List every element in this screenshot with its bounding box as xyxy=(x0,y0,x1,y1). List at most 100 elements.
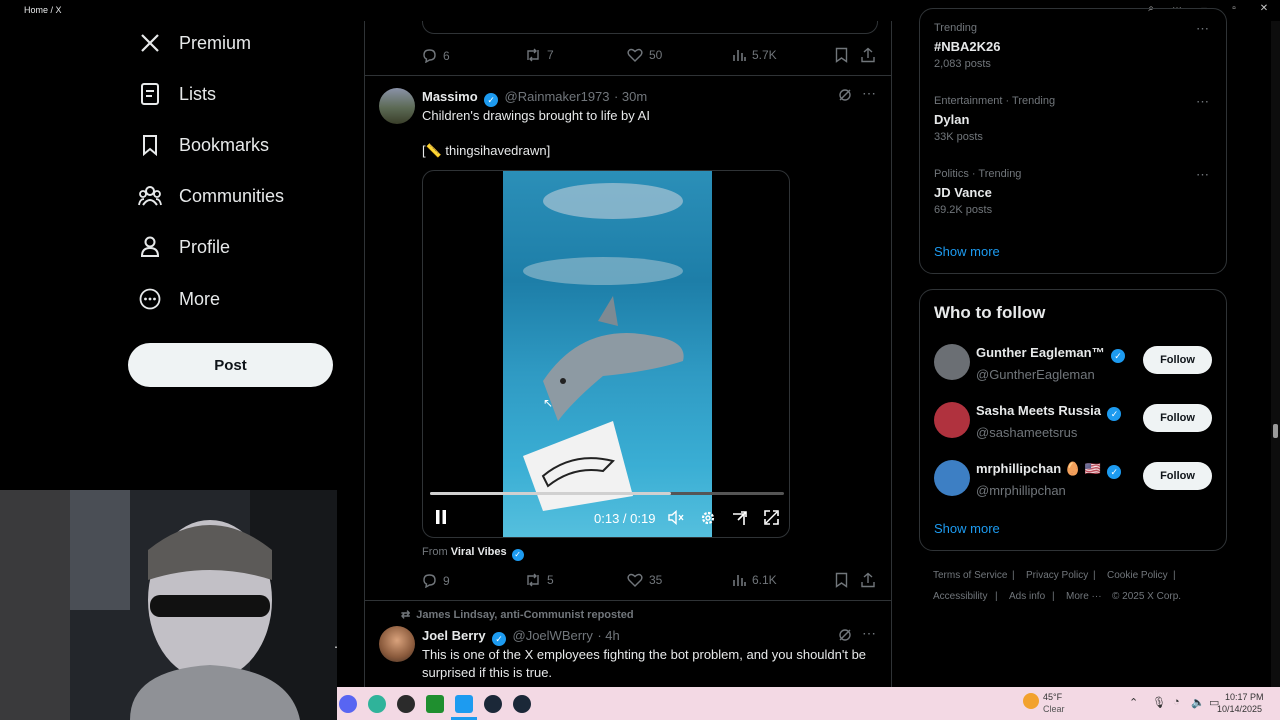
repost-button[interactable]: 7 xyxy=(525,48,554,62)
pause-icon[interactable] xyxy=(434,509,448,530)
repost-note: ⇄ James Lindsay, anti-Communist reposted xyxy=(401,608,634,621)
share-icon[interactable] xyxy=(861,572,875,593)
more-options-icon[interactable]: ⋯ xyxy=(862,625,876,642)
avatar[interactable] xyxy=(934,344,970,380)
scrollbar[interactable] xyxy=(1271,21,1280,687)
bookmark-icon[interactable] xyxy=(835,47,848,68)
discord-icon[interactable] xyxy=(339,695,357,713)
footer-separator: | xyxy=(1052,591,1055,602)
settings-gear-icon[interactable] xyxy=(700,510,716,531)
author-handle[interactable]: @Rainmaker1973 xyxy=(505,89,610,104)
footer-link-terms[interactable]: Terms of Service xyxy=(933,570,1007,581)
like-button[interactable]: 50 xyxy=(627,48,662,62)
follow-suggestion[interactable]: mrphillipchan 🥚 🇺🇸 ✓ @mrphillipchan xyxy=(976,460,1123,498)
microphone-icon[interactable]: 🎙 xyxy=(1152,696,1166,709)
video-player[interactable]: 0:13 / 0:19 ↖ xyxy=(422,170,790,538)
trend-more-icon[interactable]: ⋯ xyxy=(1196,21,1209,37)
video-progress-track[interactable] xyxy=(430,492,784,495)
trend-item[interactable]: Entertainment · Trending Dylan 33K posts xyxy=(934,95,1055,143)
footer-separator: | xyxy=(995,591,998,602)
nav-label-lists: Lists xyxy=(179,83,217,104)
wifi-icon[interactable]: ◔ xyxy=(1173,696,1180,708)
trends-show-more-link[interactable]: Show more xyxy=(934,244,1000,259)
webcam-menu-icon[interactable]: ⋯ xyxy=(334,640,337,654)
avatar[interactable] xyxy=(934,460,970,496)
follow-suggestion[interactable]: Gunther Eagleman™ ✓ @GuntherEagleman xyxy=(976,344,1127,382)
tray-chevron-icon[interactable]: ⌃ xyxy=(1129,696,1138,709)
weather-icon[interactable] xyxy=(1023,693,1039,709)
avatar[interactable] xyxy=(379,88,415,124)
nav-lists[interactable]: Lists xyxy=(138,76,216,112)
close-icon[interactable]: ✕ xyxy=(1257,3,1271,14)
author-handle[interactable]: @JoelWBerry xyxy=(513,628,593,643)
clock-time[interactable]: 10:17 PM xyxy=(1225,692,1264,702)
reply-count: 9 xyxy=(443,573,450,588)
views-button[interactable]: 5.7K xyxy=(732,48,777,62)
follow-button[interactable]: Follow xyxy=(1143,346,1212,374)
trend-more-icon[interactable]: ⋯ xyxy=(1196,94,1209,110)
footer-link-more[interactable]: More ··· xyxy=(1066,591,1102,602)
follow-button[interactable]: Follow xyxy=(1143,462,1212,490)
avatar[interactable] xyxy=(934,402,970,438)
share-icon[interactable] xyxy=(861,47,875,68)
trend-more-icon[interactable]: ⋯ xyxy=(1196,167,1209,183)
footer-link-accessibility[interactable]: Accessibility xyxy=(933,591,987,602)
views-button[interactable]: 6.1K xyxy=(732,573,777,587)
edge-icon[interactable] xyxy=(368,695,386,713)
footer-link-cookie[interactable]: Cookie Policy xyxy=(1107,570,1168,581)
reply-button[interactable]: 6 xyxy=(422,48,450,63)
tweet-time[interactable]: · 30m xyxy=(614,89,647,104)
author-name[interactable]: Joel Berry xyxy=(422,628,486,643)
fullscreen-icon[interactable] xyxy=(764,510,779,530)
twitter-icon[interactable] xyxy=(455,695,473,713)
reply-icon xyxy=(423,574,436,588)
app-icon[interactable] xyxy=(397,695,415,713)
steam-icon[interactable] xyxy=(513,695,531,713)
mute-icon[interactable] xyxy=(668,509,685,530)
like-button[interactable]: 35 xyxy=(627,573,662,587)
footer-link-ads[interactable]: Ads info xyxy=(1009,591,1045,602)
restore-icon[interactable]: ▫ xyxy=(1227,3,1241,14)
video-frame xyxy=(503,171,712,537)
follow-show-more-link[interactable]: Show more xyxy=(934,521,1000,536)
steam-icon[interactable] xyxy=(484,695,502,713)
verified-badge-icon: ✓ xyxy=(1107,407,1122,421)
volume-icon[interactable]: 🔈 xyxy=(1191,696,1205,709)
nav-profile[interactable]: Profile xyxy=(138,229,230,265)
trend-item[interactable]: Politics · Trending JD Vance 69.2K posts xyxy=(934,168,1021,216)
grok-icon[interactable] xyxy=(838,88,852,107)
repost-note-text[interactable]: James Lindsay, anti-Communist reposted xyxy=(416,609,633,621)
nav-communities[interactable]: Communities xyxy=(138,178,284,214)
tweet-time[interactable]: · 4h xyxy=(597,628,619,643)
nav-bookmarks[interactable]: Bookmarks xyxy=(138,127,269,163)
repost-small-icon: ⇄ xyxy=(401,609,411,621)
verified-badge-icon: ✓ xyxy=(1107,465,1122,479)
follow-suggestion[interactable]: Sasha Meets Russia ✓ @sashameetsrus xyxy=(976,402,1123,440)
trend-context: Politics · Trending xyxy=(934,168,1022,180)
trend-topic: #NBA2K26 xyxy=(934,39,1001,54)
reply-button[interactable]: 9 xyxy=(422,573,450,588)
user-handle: @GuntherEagleman xyxy=(976,367,1095,382)
divider xyxy=(365,600,891,601)
trend-item[interactable]: Trending #NBA2K26 2,083 posts xyxy=(934,22,1000,70)
repost-button[interactable]: 5 xyxy=(525,573,554,587)
kick-icon[interactable] xyxy=(426,695,444,713)
verified-badge-icon: ✓ xyxy=(1111,349,1126,363)
footer-link-privacy[interactable]: Privacy Policy xyxy=(1026,570,1088,581)
author-name[interactable]: Massimo xyxy=(422,89,478,104)
bookmark-icon[interactable] xyxy=(835,572,848,593)
previous-media-card[interactable] xyxy=(422,21,878,34)
from-source[interactable]: Viral Vibes xyxy=(451,546,507,558)
weather-temp[interactable]: 45°F xyxy=(1043,692,1062,702)
grok-icon[interactable] xyxy=(838,628,852,647)
post-button[interactable]: Post xyxy=(128,343,333,387)
scrollbar-thumb[interactable] xyxy=(1273,424,1278,438)
lists-icon xyxy=(138,82,162,106)
pip-icon[interactable] xyxy=(732,510,748,531)
more-options-icon[interactable]: ⋯ xyxy=(862,85,876,102)
clock-date[interactable]: 10/14/2025 xyxy=(1217,704,1262,714)
nav-premium[interactable]: Premium xyxy=(138,25,251,61)
nav-more[interactable]: More xyxy=(138,281,220,317)
avatar[interactable] xyxy=(379,626,415,662)
follow-button[interactable]: Follow xyxy=(1143,404,1212,432)
